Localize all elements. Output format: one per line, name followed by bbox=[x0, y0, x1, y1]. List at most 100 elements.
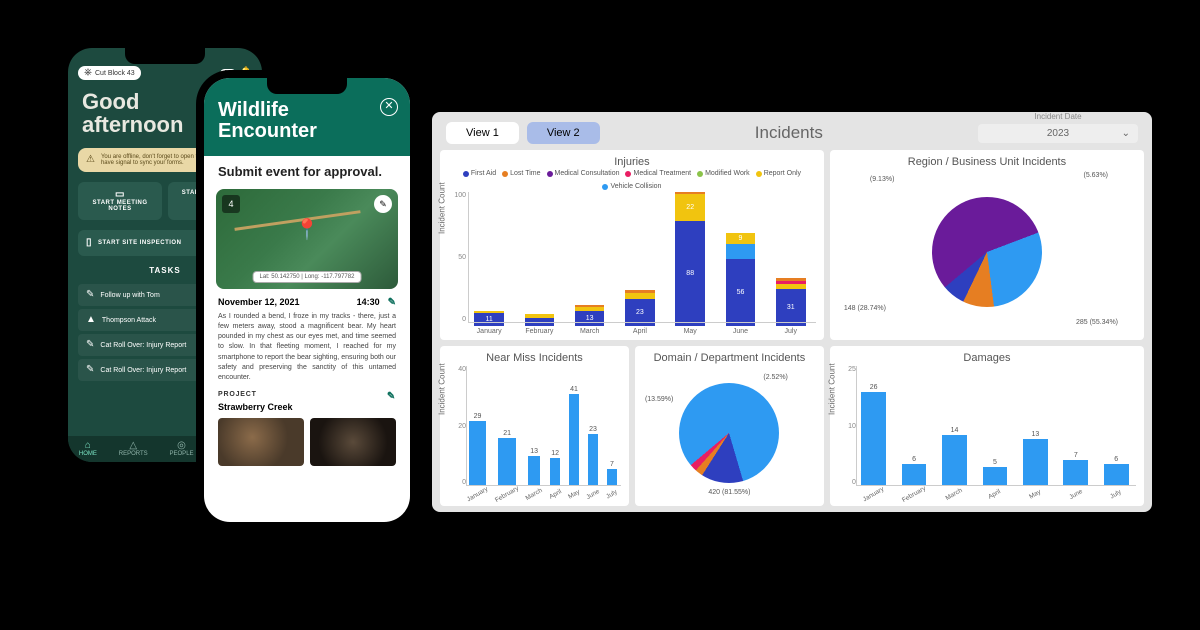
bar-column: 6July bbox=[1099, 456, 1134, 498]
bar-column: 569June bbox=[719, 233, 761, 336]
phone-notch bbox=[125, 48, 205, 64]
injuries-chart: Injuries First AidLost TimeMedical Consu… bbox=[440, 150, 824, 340]
year-selector[interactable]: Incident Date 2023 bbox=[978, 124, 1138, 143]
map-edit-button[interactable]: ✎ bbox=[374, 195, 392, 213]
nav-home[interactable]: ⌂HOME bbox=[79, 441, 97, 457]
chart-legend: First AidLost TimeMedical ConsultationMe… bbox=[448, 170, 816, 190]
bar-column: 13May bbox=[1018, 431, 1053, 498]
nav-reports[interactable]: △REPORTS bbox=[119, 441, 148, 457]
book-icon: ▭ bbox=[82, 190, 158, 200]
encounter-title-2: Encounter bbox=[218, 121, 396, 142]
bar-column: 5April bbox=[977, 459, 1012, 498]
legend-item: Report Only bbox=[756, 170, 801, 177]
view2-button[interactable]: View 2 bbox=[527, 122, 600, 144]
edit-project-button[interactable]: ✎ bbox=[387, 391, 396, 402]
bar-column: 14March bbox=[937, 427, 972, 498]
pie-slice-label: 148 (28.74%) bbox=[844, 305, 886, 312]
warning-icon: ▲ bbox=[86, 315, 96, 325]
bar-column: 7June bbox=[1058, 452, 1093, 498]
pie-slice-label: 285 (55.34%) bbox=[1076, 319, 1118, 326]
map-pin-icon: 📍 bbox=[295, 217, 320, 242]
bar-column: February bbox=[518, 314, 560, 335]
location-chip-label: Cut Block 43 bbox=[95, 70, 135, 77]
year-value: 2023 bbox=[1047, 128, 1069, 139]
bar-column: 8822May bbox=[669, 192, 711, 335]
legend-item: Medical Treatment bbox=[625, 170, 691, 177]
encounter-title-1: Wildlife bbox=[218, 100, 396, 121]
pie-wrap: 285 (55.34%) 148 (28.74%) (9.13%) (5.63%… bbox=[838, 170, 1136, 334]
photo-row bbox=[218, 418, 396, 466]
project-heading-row: PROJECT ✎ bbox=[218, 391, 396, 402]
year-selector-label: Incident Date bbox=[978, 112, 1138, 121]
bar-column: 13March bbox=[525, 448, 543, 498]
bar-column: 13March bbox=[569, 305, 611, 336]
y-ticks: 40200 bbox=[452, 366, 466, 486]
map-preview[interactable]: 4 ✎ 📍 Lat: 50.142750 | Long: -117.797782 bbox=[216, 189, 398, 289]
pie-slice-label: (2.52%) bbox=[763, 374, 788, 381]
view1-button[interactable]: View 1 bbox=[446, 122, 519, 144]
row2-left: Near Miss Incidents Incident Count 40200… bbox=[440, 346, 824, 506]
phone-notch bbox=[267, 78, 347, 94]
event-date: November 12, 2021 bbox=[218, 297, 300, 308]
bar-column: 29January bbox=[466, 413, 489, 498]
damages-chart: Damages Incident Count 25100 26January6F… bbox=[830, 346, 1144, 506]
y-ticks: 25100 bbox=[842, 366, 856, 486]
home-icon: ⌂ bbox=[79, 441, 97, 451]
phone-encounter: ✕ Wildlife Encounter Submit event for ap… bbox=[196, 70, 418, 530]
bar-column: 23April bbox=[619, 290, 661, 335]
bar-area: 100500 11JanuaryFebruary13March23April88… bbox=[448, 192, 816, 337]
map-count-badge: 4 bbox=[222, 195, 240, 213]
legend-item: Vehicle Collision bbox=[602, 183, 661, 190]
incidents-dashboard: View 1 View 2 Incidents Incident Date 20… bbox=[432, 112, 1152, 512]
pie-slice-label: 420 (81.55%) bbox=[708, 489, 750, 496]
reports-icon: △ bbox=[119, 441, 148, 451]
close-button[interactable]: ✕ bbox=[380, 98, 398, 116]
pie bbox=[932, 197, 1042, 307]
domain-title: Domain / Department Incidents bbox=[643, 352, 816, 364]
photo-thumbnail[interactable] bbox=[310, 418, 396, 466]
injuries-title: Injuries bbox=[448, 156, 816, 168]
bar-column: 26January bbox=[856, 384, 891, 498]
edit-icon: ✎ bbox=[86, 340, 94, 350]
pie bbox=[679, 383, 779, 483]
bar-column: 21February bbox=[494, 430, 520, 498]
edit-datetime-button[interactable]: ✎ bbox=[388, 297, 396, 308]
project-heading: PROJECT bbox=[218, 391, 257, 402]
bar-area: 25100 26January6February14March5April13M… bbox=[838, 366, 1136, 500]
clipboard-icon: ▯ bbox=[86, 238, 92, 248]
region-pie-chart: Region / Business Unit Incidents 285 (55… bbox=[830, 150, 1144, 340]
edit-icon: ✎ bbox=[86, 290, 94, 300]
pie-wrap: 420 (81.55%) (13.59%) (2.52%) bbox=[643, 366, 816, 500]
datetime-row: November 12, 2021 14:30 ✎ bbox=[218, 297, 396, 308]
damages-title: Damages bbox=[838, 352, 1136, 364]
bar-column: 7July bbox=[605, 461, 619, 498]
nearmiss-title: Near Miss Incidents bbox=[448, 352, 621, 364]
y-axis-label: Incident Count bbox=[438, 182, 447, 234]
people-icon: ◎ bbox=[170, 441, 194, 451]
location-chip[interactable]: ⎈ Cut Block 43 bbox=[78, 66, 141, 80]
dashboard-title: Incidents bbox=[608, 123, 970, 143]
site-inspection-label: START SITE INSPECTION bbox=[98, 240, 181, 246]
nearmiss-chart: Near Miss Incidents Incident Count 40200… bbox=[440, 346, 629, 506]
bar-column: 12April bbox=[548, 450, 562, 498]
y-ticks: 100500 bbox=[452, 192, 466, 323]
legend-item: Modified Work bbox=[697, 170, 750, 177]
photo-thumbnail[interactable] bbox=[218, 418, 304, 466]
region-title: Region / Business Unit Incidents bbox=[838, 156, 1136, 168]
legend-item: Medical Consultation bbox=[547, 170, 620, 177]
legend-item: First Aid bbox=[463, 170, 496, 177]
pie-slice-label: (5.63%) bbox=[1083, 172, 1108, 179]
pin-icon: ⎈ bbox=[84, 68, 92, 78]
coordinates-chip: Lat: 50.142750 | Long: -117.797782 bbox=[253, 271, 362, 283]
bar-column: 31July bbox=[770, 278, 812, 335]
y-axis-label: Incident Count bbox=[827, 363, 836, 415]
nav-people[interactable]: ◎PEOPLE bbox=[170, 441, 194, 457]
event-description: As I rounded a bend, I froze in my track… bbox=[218, 312, 396, 383]
encounter-subtitle: Submit event for approval. bbox=[204, 156, 410, 185]
start-meeting-button[interactable]: ▭ START MEETING NOTES bbox=[78, 182, 162, 220]
offline-icon: ⚠ bbox=[86, 155, 95, 165]
bar-area: 40200 29January21February 13March 12April 4… bbox=[448, 366, 621, 500]
pie-slice-label: (13.59%) bbox=[645, 396, 673, 403]
project-name: Strawberry Creek bbox=[218, 402, 396, 412]
bar-column: 41May bbox=[567, 386, 581, 498]
